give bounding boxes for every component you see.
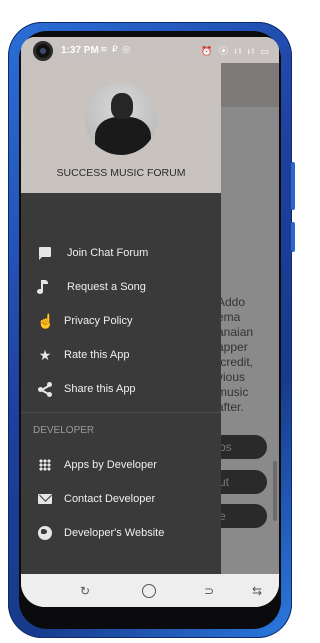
system-nav-bar: ↻ ⊃ ⇆ — [21, 574, 279, 607]
power-button — [291, 222, 295, 252]
music-note-icon — [37, 279, 53, 295]
rotate-icon[interactable]: ⇆ — [249, 583, 265, 599]
status-time: 1:37 PM — [61, 45, 99, 56]
menu-item-rate-app[interactable]: ★ Rate this App — [21, 338, 221, 372]
menu-item-label: Join Chat Forum — [67, 247, 149, 259]
back-icon[interactable]: ⊃ — [201, 583, 217, 599]
star-icon: ★ — [38, 347, 52, 363]
recent-apps-icon[interactable]: ↻ — [77, 583, 93, 599]
system-status-icons: ⏰ ⦿ ıl ıl ▭ — [201, 46, 271, 56]
scroll-thumb[interactable] — [273, 461, 277, 521]
menu-item-label: Request a Song — [67, 281, 146, 293]
menu-item-apps-by-developer[interactable]: Apps by Developer — [21, 448, 221, 482]
menu-item-label: Contact Developer — [64, 493, 156, 505]
apps-grid-icon — [37, 457, 53, 473]
menu-item-share-app[interactable]: Share this App — [21, 372, 221, 406]
notification-icons: ≋ ₽ ◎ — [100, 44, 132, 54]
mail-icon — [37, 491, 53, 507]
front-camera — [33, 41, 53, 61]
menu-item-request-song[interactable]: Request a Song — [21, 270, 221, 304]
menu-item-privacy-policy[interactable]: ☝ Privacy Policy — [21, 304, 221, 338]
share-icon — [37, 381, 53, 397]
drawer-header: SUCCESS MUSIC FORUM — [21, 63, 221, 193]
touch-icon: ☝ — [37, 313, 55, 329]
navigation-drawer: SUCCESS MUSIC FORUM Join Chat Forum Requ… — [21, 63, 221, 574]
volume-button — [291, 162, 295, 210]
drawer-divider — [21, 412, 221, 413]
menu-item-label: Developer's Website — [64, 527, 165, 539]
menu-item-developer-website[interactable]: Developer's Website — [21, 516, 221, 550]
developer-section-title: DEVELOPER — [33, 425, 95, 436]
menu-item-label: Apps by Developer — [64, 459, 157, 471]
app-body-text: Addo ema anaian apper credit, vious musi… — [217, 295, 254, 414]
globe-icon — [37, 525, 53, 541]
menu-item-label: Privacy Policy — [64, 315, 133, 327]
home-icon[interactable] — [142, 584, 156, 598]
menu-item-label: Rate this App — [64, 349, 130, 361]
screen: Addo ema anaian apper credit, vious musi… — [21, 37, 279, 607]
drawer-title: SUCCESS MUSIC FORUM — [56, 167, 186, 179]
status-bar: 1:37 PM ≋ ₽ ◎ ⏰ ⦿ ıl ıl ▭ — [21, 37, 279, 63]
menu-item-join-chat-forum[interactable]: Join Chat Forum — [21, 236, 221, 270]
chat-icon — [37, 245, 53, 261]
menu-item-contact-developer[interactable]: Contact Developer — [21, 482, 221, 516]
menu-item-label: Share this App — [64, 383, 136, 395]
avatar — [85, 83, 157, 155]
